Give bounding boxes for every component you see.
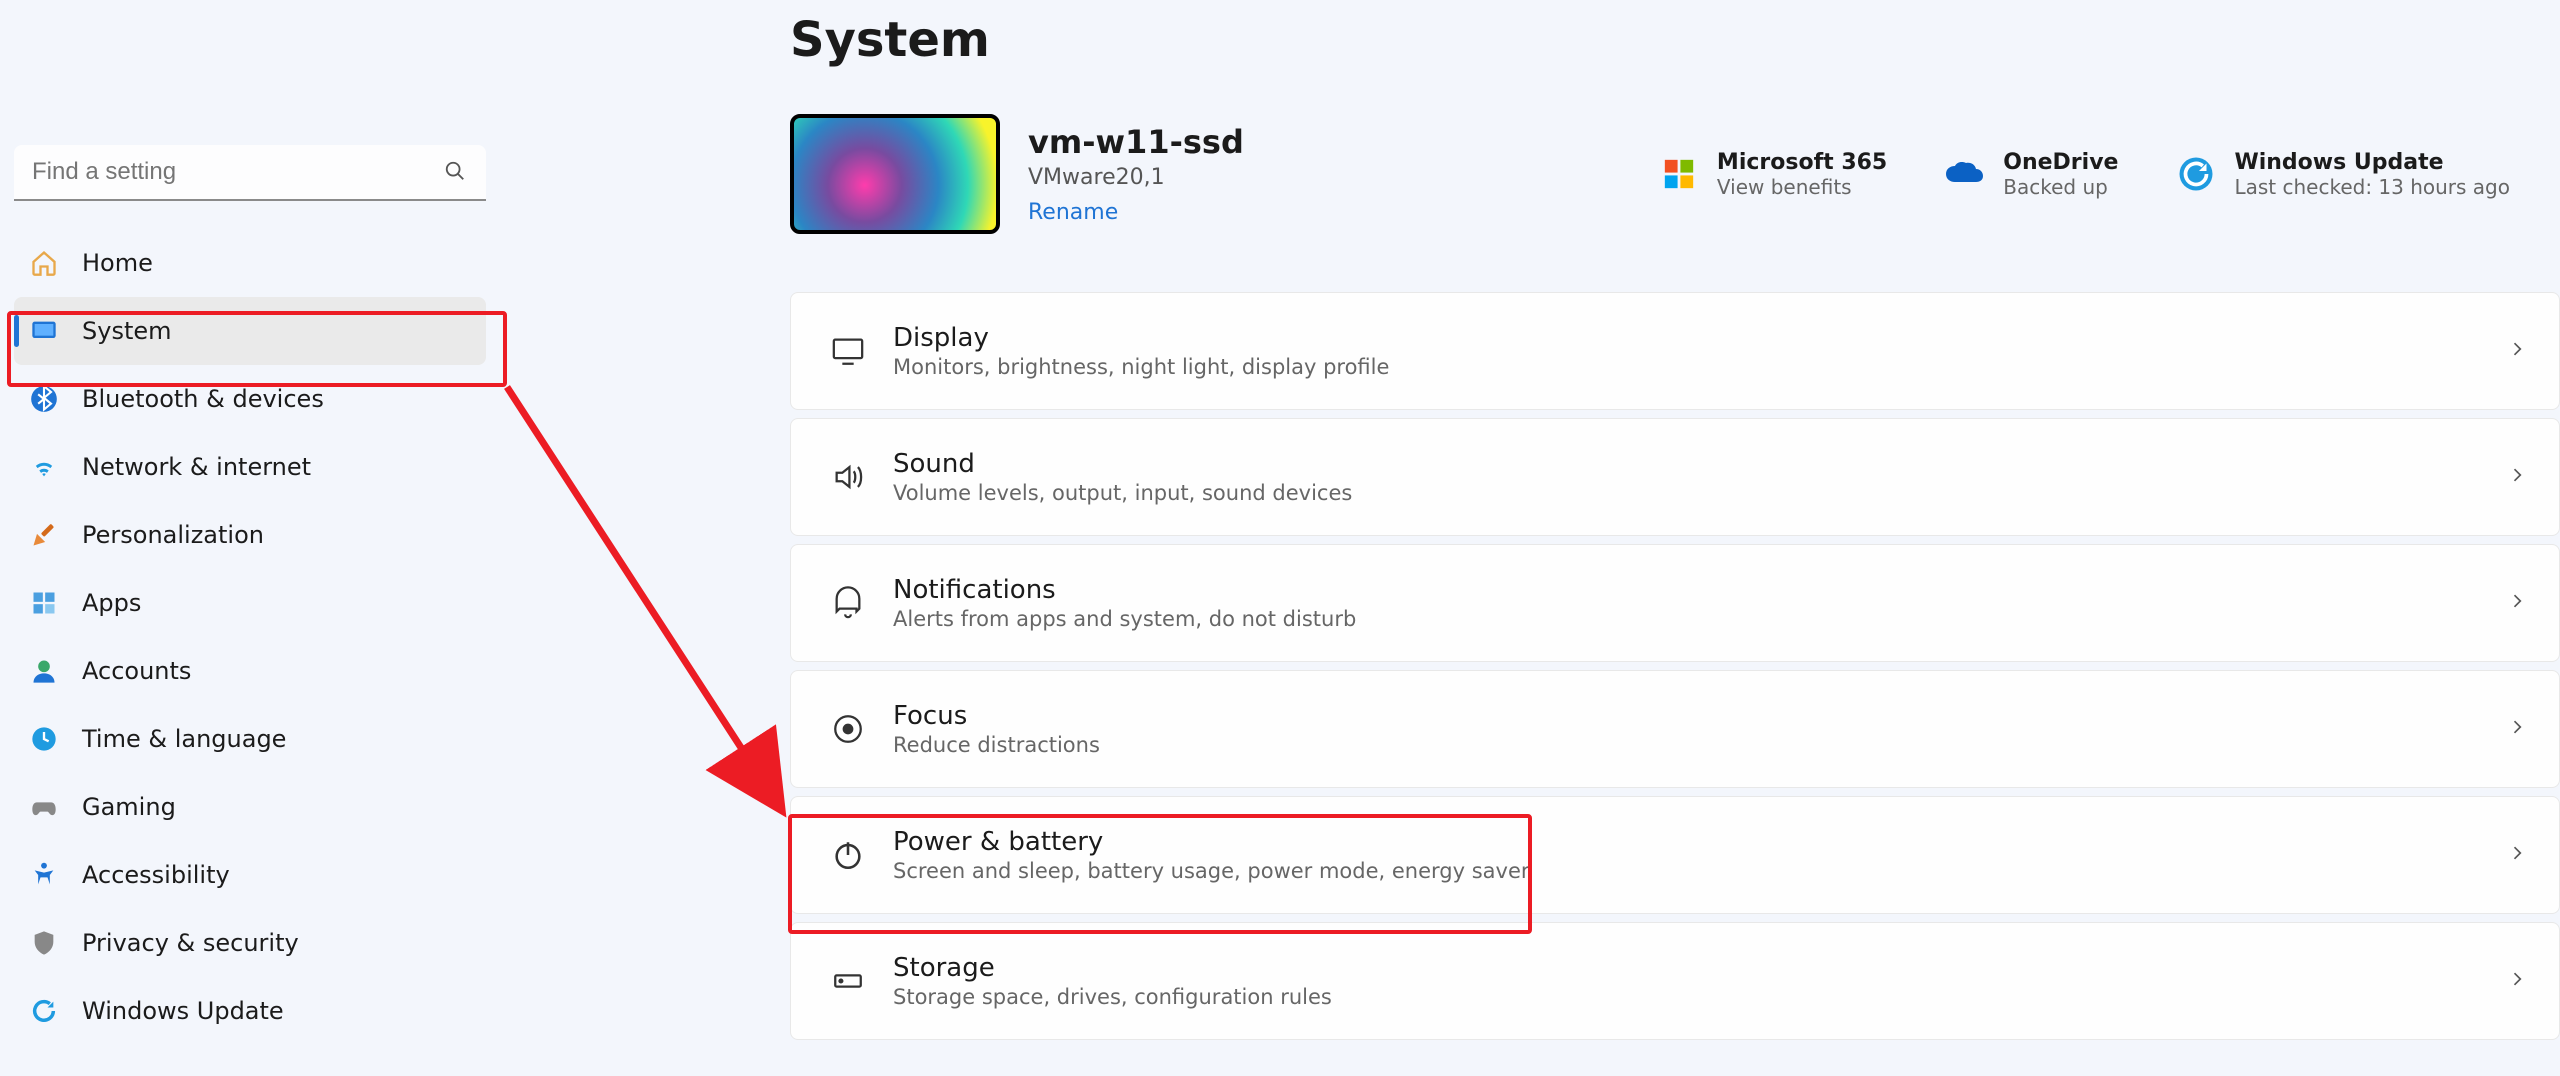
windows-update-icon bbox=[2176, 154, 2216, 194]
sidebar-item-personalization[interactable]: Personalization bbox=[14, 501, 486, 569]
cloud-title: OneDrive bbox=[2003, 150, 2118, 175]
setting-power[interactable]: Power & battery Screen and sleep, batter… bbox=[790, 796, 2560, 914]
chevron-right-icon bbox=[2507, 969, 2527, 993]
search-input[interactable] bbox=[14, 145, 486, 201]
main: System vm-w11-ssd VMware20,1 Rename Micr… bbox=[500, 0, 2560, 1072]
time-icon bbox=[28, 725, 60, 753]
sidebar-item-label: Windows Update bbox=[82, 997, 284, 1025]
chevron-right-icon bbox=[2507, 717, 2527, 741]
network-icon bbox=[28, 453, 60, 481]
nav: Home System Bluetooth & devices Network … bbox=[14, 229, 486, 1045]
setting-title: Sound bbox=[893, 449, 1352, 479]
setting-sub: Storage space, drives, configuration rul… bbox=[893, 985, 1332, 1009]
setting-title: Power & battery bbox=[893, 827, 1530, 857]
sidebar-item-bluetooth[interactable]: Bluetooth & devices bbox=[14, 365, 486, 433]
sidebar: Home System Bluetooth & devices Network … bbox=[0, 0, 500, 1072]
cloud-title: Windows Update bbox=[2234, 150, 2510, 175]
sidebar-item-label: Personalization bbox=[82, 521, 264, 549]
storage-icon bbox=[823, 964, 873, 998]
cloud-sub: Backed up bbox=[2003, 175, 2118, 199]
sidebar-item-system[interactable]: System bbox=[14, 297, 486, 365]
settings-list: Display Monitors, brightness, night ligh… bbox=[790, 292, 2560, 1040]
sidebar-item-label: Bluetooth & devices bbox=[82, 385, 324, 413]
page-title: System bbox=[790, 12, 2560, 68]
setting-sound[interactable]: Sound Volume levels, output, input, soun… bbox=[790, 418, 2560, 536]
sidebar-item-label: Home bbox=[82, 249, 153, 277]
accessibility-icon bbox=[28, 861, 60, 889]
sidebar-item-network[interactable]: Network & internet bbox=[14, 433, 486, 501]
cloud-update[interactable]: Windows Update Last checked: 13 hours ag… bbox=[2176, 150, 2510, 199]
sidebar-item-update[interactable]: Windows Update bbox=[14, 977, 486, 1045]
apps-icon bbox=[28, 589, 60, 617]
cloud-sub: View benefits bbox=[1717, 175, 1887, 199]
setting-sub: Reduce distractions bbox=[893, 733, 1100, 757]
personalization-icon bbox=[28, 521, 60, 549]
sidebar-item-label: Gaming bbox=[82, 793, 176, 821]
setting-notifications[interactable]: Notifications Alerts from apps and syste… bbox=[790, 544, 2560, 662]
setting-sub: Alerts from apps and system, do not dist… bbox=[893, 607, 1356, 631]
setting-title: Focus bbox=[893, 701, 1100, 731]
setting-storage[interactable]: Storage Storage space, drives, configura… bbox=[790, 922, 2560, 1040]
sidebar-item-privacy[interactable]: Privacy & security bbox=[14, 909, 486, 977]
sidebar-item-gaming[interactable]: Gaming bbox=[14, 773, 486, 841]
setting-sub: Screen and sleep, battery usage, power m… bbox=[893, 859, 1530, 883]
gaming-icon bbox=[28, 793, 60, 821]
rename-link[interactable]: Rename bbox=[1028, 200, 1244, 225]
accounts-icon bbox=[28, 657, 60, 685]
sound-icon bbox=[823, 460, 873, 494]
focus-icon bbox=[823, 712, 873, 746]
onedrive-icon bbox=[1945, 154, 1985, 194]
device-info: vm-w11-ssd VMware20,1 Rename bbox=[1028, 123, 1244, 225]
setting-sub: Volume levels, output, input, sound devi… bbox=[893, 481, 1352, 505]
sidebar-item-apps[interactable]: Apps bbox=[14, 569, 486, 637]
cloud-m365[interactable]: Microsoft 365 View benefits bbox=[1659, 150, 1887, 199]
device-model: VMware20,1 bbox=[1028, 165, 1244, 190]
setting-title: Display bbox=[893, 323, 1389, 353]
sidebar-item-label: Accounts bbox=[82, 657, 191, 685]
setting-focus[interactable]: Focus Reduce distractions bbox=[790, 670, 2560, 788]
sidebar-item-label: Network & internet bbox=[82, 453, 311, 481]
system-icon bbox=[28, 317, 60, 345]
sidebar-item-label: Accessibility bbox=[82, 861, 230, 889]
cloud-sub: Last checked: 13 hours ago bbox=[2234, 175, 2510, 199]
chevron-right-icon bbox=[2507, 591, 2527, 615]
sidebar-item-accessibility[interactable]: Accessibility bbox=[14, 841, 486, 909]
sidebar-item-label: Privacy & security bbox=[82, 929, 299, 957]
display-icon bbox=[823, 334, 873, 368]
power-icon bbox=[823, 838, 873, 872]
chevron-right-icon bbox=[2507, 843, 2527, 867]
privacy-icon bbox=[28, 929, 60, 957]
device-thumbnail[interactable] bbox=[790, 114, 1000, 234]
chevron-right-icon bbox=[2507, 339, 2527, 363]
search-wrap bbox=[14, 145, 486, 201]
cloud-title: Microsoft 365 bbox=[1717, 150, 1887, 175]
setting-title: Storage bbox=[893, 953, 1332, 983]
home-icon bbox=[28, 249, 60, 277]
device-name: vm-w11-ssd bbox=[1028, 123, 1244, 161]
notifications-icon bbox=[823, 586, 873, 620]
setting-sub: Monitors, brightness, night light, displ… bbox=[893, 355, 1389, 379]
setting-title: Notifications bbox=[893, 575, 1356, 605]
sidebar-item-label: Apps bbox=[82, 589, 141, 617]
sidebar-item-home[interactable]: Home bbox=[14, 229, 486, 297]
chevron-right-icon bbox=[2507, 465, 2527, 489]
search-icon bbox=[444, 160, 466, 186]
setting-display[interactable]: Display Monitors, brightness, night ligh… bbox=[790, 292, 2560, 410]
device-row: vm-w11-ssd VMware20,1 Rename Microsoft 3… bbox=[790, 114, 2560, 234]
cloud-links: Microsoft 365 View benefits OneDrive Bac… bbox=[1659, 150, 2560, 199]
m365-icon bbox=[1659, 154, 1699, 194]
sidebar-item-label: System bbox=[82, 317, 172, 345]
update-icon bbox=[28, 997, 60, 1025]
cloud-onedrive[interactable]: OneDrive Backed up bbox=[1945, 150, 2118, 199]
sidebar-item-time[interactable]: Time & language bbox=[14, 705, 486, 773]
sidebar-item-label: Time & language bbox=[82, 725, 286, 753]
sidebar-item-accounts[interactable]: Accounts bbox=[14, 637, 486, 705]
bluetooth-icon bbox=[28, 385, 60, 413]
